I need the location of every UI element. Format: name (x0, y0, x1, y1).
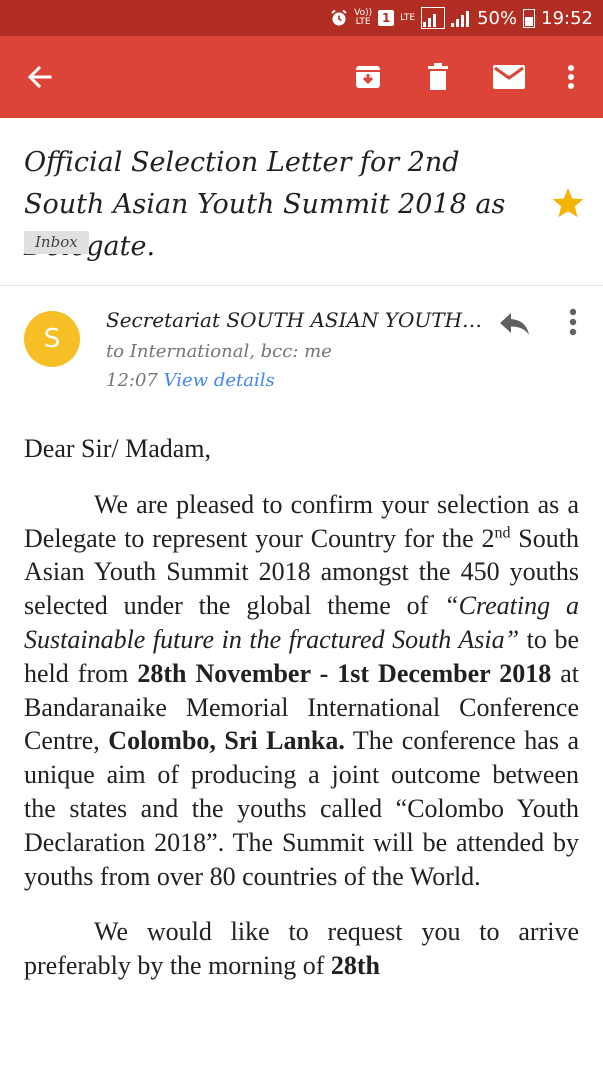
back-button[interactable] (15, 36, 65, 118)
greeting: Dear Sir/ Madam, (24, 434, 212, 463)
battery-percent: 50% (477, 7, 518, 29)
sim-indicator: 1 (378, 10, 395, 26)
p2-text-a: We would like to request you to arrive p… (24, 917, 579, 981)
email-time: 12:07 (106, 370, 158, 391)
status-icons: Vo)) LTE 1 LTE 50% 19:52 (330, 7, 593, 29)
alarm-icon (331, 9, 347, 26)
trash-icon (428, 63, 448, 90)
more-vertical-icon (568, 65, 574, 89)
message-more-icon[interactable] (560, 307, 586, 339)
mail-icon (493, 65, 525, 89)
delete-button[interactable] (413, 36, 463, 118)
body-paragraph-1: We are pleased to confirm your selection… (24, 488, 579, 894)
header-divider (0, 285, 603, 286)
reply-icon[interactable] (497, 307, 533, 339)
archive-icon (356, 66, 380, 88)
signal-icon-1 (421, 7, 446, 29)
p2-date: 28th (330, 951, 380, 981)
lte-indicator: LTE (400, 12, 416, 23)
volte-indicator: Vo)) LTE (354, 8, 373, 27)
status-bar: Vo)) LTE 1 LTE 50% 19:52 (0, 0, 603, 36)
p1-dates: 28th November - 1st December 2018 (137, 658, 552, 688)
view-details-link[interactable]: View details (164, 370, 275, 391)
email-body: Dear Sir/ Madam, We are pleased to confi… (24, 432, 579, 983)
star-icon[interactable] (551, 186, 585, 220)
recipients-line: to International, bcc: me (106, 341, 332, 362)
battery-icon (523, 8, 536, 28)
signal-icon-2 (451, 9, 471, 27)
sender-name[interactable]: Secretariat SOUTH ASIAN YOUTH SUMMIT (106, 308, 486, 332)
body-paragraph-2: We would like to request you to arrive p… (24, 915, 579, 983)
time-details-line: 12:07 View details (106, 370, 275, 391)
p1-text-a: We are pleased to confirm your selection… (24, 489, 579, 553)
mark-unread-button[interactable] (484, 36, 534, 118)
more-options-button[interactable] (546, 36, 596, 118)
app-bar (0, 36, 603, 118)
email-subject: Official Selection Letter for 2nd South … (24, 147, 506, 262)
sender-avatar[interactable]: S (24, 311, 80, 367)
p1-place: Colombo, Sri Lanka. (108, 726, 345, 756)
p1-superscript: nd (494, 523, 511, 541)
archive-button[interactable] (343, 36, 393, 118)
status-time: 19:52 (541, 7, 593, 29)
arrow-back-icon (27, 65, 52, 89)
inbox-label-chip[interactable]: Inbox (24, 231, 89, 254)
